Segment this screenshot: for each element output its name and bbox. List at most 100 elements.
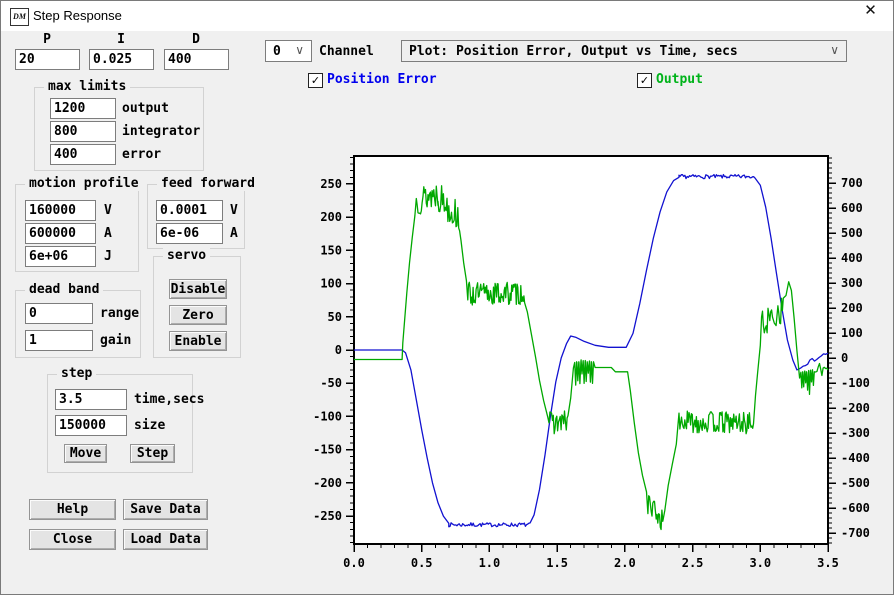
svg-text:-200: -200: [313, 476, 342, 490]
svg-text:100: 100: [841, 326, 863, 340]
svg-text:600: 600: [841, 201, 863, 215]
max-limits-title: max limits: [44, 79, 130, 94]
step-size-label: size: [134, 418, 165, 433]
svg-text:3.5: 3.5: [817, 556, 839, 570]
svg-text:-250: -250: [313, 509, 342, 523]
servo-enable-button[interactable]: Enable: [169, 331, 227, 351]
step-group: step time,secs size Move Step: [47, 374, 193, 473]
profile-accel-input[interactable]: [25, 223, 96, 244]
svg-text:500: 500: [841, 226, 863, 240]
window-title: Step Response: [33, 8, 122, 23]
max-error-input[interactable]: [50, 144, 116, 165]
profile-velocity-input[interactable]: [25, 200, 96, 221]
output-checkbox-label: Output: [656, 72, 703, 87]
feed-forward-title: feed forward: [157, 176, 259, 191]
dead-band-range-input[interactable]: [25, 303, 93, 324]
output-checkbox[interactable]: ✓: [637, 73, 652, 88]
max-integrator-input[interactable]: [50, 121, 116, 142]
svg-text:250: 250: [320, 177, 342, 191]
step-response-window: DM Step Response ✕ P I D 0 ∨ Channel Plo…: [0, 0, 894, 595]
step-title: step: [57, 366, 96, 381]
svg-text:200: 200: [841, 301, 863, 315]
profile-accel-label: A: [104, 226, 112, 241]
save-data-button[interactable]: Save Data: [123, 499, 208, 520]
d-input[interactable]: [164, 49, 229, 70]
svg-text:-300: -300: [841, 426, 870, 440]
dead-band-gain-label: gain: [100, 333, 131, 348]
move-button[interactable]: Move: [64, 444, 107, 463]
svg-text:2.5: 2.5: [682, 556, 704, 570]
dead-band-title: dead band: [25, 282, 103, 297]
plot-select[interactable]: Plot: Position Error, Output vs Time, se…: [401, 40, 847, 62]
profile-jerk-input[interactable]: [25, 246, 96, 267]
svg-text:200: 200: [320, 210, 342, 224]
ff-accel-label: A: [230, 226, 238, 241]
position-error-checkbox-label: Position Error: [327, 72, 437, 87]
max-error-label: error: [122, 147, 161, 162]
help-button[interactable]: Help: [29, 499, 116, 520]
servo-zero-button[interactable]: Zero: [169, 305, 227, 325]
svg-text:100: 100: [320, 277, 342, 291]
svg-text:-150: -150: [313, 443, 342, 457]
app-icon: DM: [10, 8, 29, 26]
svg-text:-400: -400: [841, 451, 870, 465]
load-data-button[interactable]: Load Data: [123, 529, 208, 550]
svg-text:0: 0: [335, 343, 342, 357]
svg-text:300: 300: [841, 276, 863, 290]
max-output-label: output: [122, 101, 169, 116]
svg-text:-200: -200: [841, 401, 870, 415]
svg-text:-50: -50: [320, 376, 342, 390]
svg-text:-700: -700: [841, 526, 870, 540]
svg-text:-500: -500: [841, 476, 870, 490]
plot-select-value: Plot: Position Error, Output vs Time, se…: [409, 44, 738, 59]
title-bar: DM Step Response ✕: [1, 1, 893, 31]
max-integrator-label: integrator: [122, 124, 200, 139]
dead-band-group: dead band range gain: [15, 290, 141, 358]
profile-velocity-label: V: [104, 203, 112, 218]
i-input[interactable]: [89, 49, 154, 70]
svg-text:3.0: 3.0: [749, 556, 771, 570]
max-output-input[interactable]: [50, 98, 116, 119]
dead-band-range-label: range: [100, 306, 139, 321]
position-error-checkbox[interactable]: ✓: [308, 73, 323, 88]
step-time-label: time,secs: [134, 392, 204, 407]
chevron-down-icon: ∨: [295, 43, 304, 57]
step-time-input[interactable]: [55, 389, 127, 410]
svg-text:50: 50: [328, 310, 342, 324]
svg-text:2.0: 2.0: [614, 556, 636, 570]
servo-title: servo: [163, 248, 210, 263]
servo-disable-button[interactable]: Disable: [169, 279, 227, 299]
dead-band-gain-input[interactable]: [25, 330, 93, 351]
svg-text:1.5: 1.5: [546, 556, 568, 570]
i-label: I: [89, 32, 153, 47]
chart: 0.00.51.01.52.02.53.03.5250200150100500-…: [301, 136, 894, 591]
svg-text:0: 0: [841, 351, 848, 365]
motion-profile-title: motion profile: [25, 176, 143, 191]
p-input[interactable]: [15, 49, 80, 70]
step-button[interactable]: Step: [130, 444, 175, 463]
channel-label: Channel: [319, 44, 374, 59]
channel-value: 0: [273, 44, 281, 59]
svg-text:150: 150: [320, 243, 342, 257]
channel-select[interactable]: 0 ∨: [265, 40, 312, 62]
close-button[interactable]: Close: [29, 529, 116, 550]
ff-velocity-input[interactable]: [156, 200, 223, 221]
svg-text:0.5: 0.5: [411, 556, 433, 570]
svg-text:-100: -100: [841, 376, 870, 390]
motion-profile-group: motion profile V A J: [15, 184, 139, 272]
feed-forward-group: feed forward V A: [147, 184, 245, 249]
profile-jerk-label: J: [104, 249, 112, 264]
svg-text:-100: -100: [313, 409, 342, 423]
max-limits-group: max limits output integrator error: [34, 87, 204, 171]
servo-group: servo Disable Zero Enable: [153, 256, 241, 358]
ff-accel-input[interactable]: [156, 223, 223, 244]
svg-text:400: 400: [841, 251, 863, 265]
close-icon[interactable]: ✕: [848, 1, 893, 30]
step-size-input[interactable]: [55, 415, 127, 436]
svg-text:0.0: 0.0: [343, 556, 365, 570]
chart-svg: 0.00.51.01.52.02.53.03.5250200150100500-…: [301, 136, 894, 591]
svg-text:-600: -600: [841, 501, 870, 515]
p-label: P: [15, 32, 79, 47]
svg-text:700: 700: [841, 176, 863, 190]
ff-velocity-label: V: [230, 203, 238, 218]
